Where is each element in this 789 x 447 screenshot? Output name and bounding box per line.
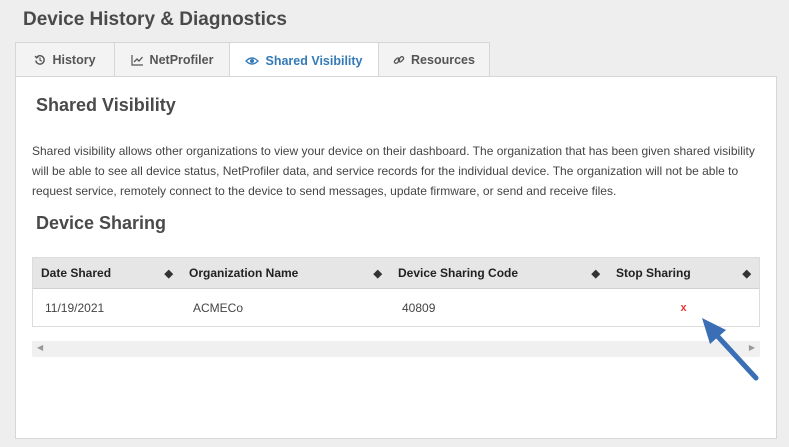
sort-icon: ◆ bbox=[591, 267, 600, 280]
history-icon bbox=[34, 54, 46, 66]
tab-shared-visibility-label: Shared Visibility bbox=[265, 53, 363, 68]
column-header-organization-name[interactable]: Organization Name ◆ bbox=[181, 258, 390, 288]
tab-resources[interactable]: Resources bbox=[378, 42, 490, 76]
shared-visibility-heading: Shared Visibility bbox=[36, 95, 176, 115]
column-header-device-sharing-code[interactable]: Device Sharing Code ◆ bbox=[390, 258, 608, 288]
tab-bar: History NetProfiler Shared Visibility Re… bbox=[15, 42, 490, 78]
tab-history-label: History bbox=[52, 52, 96, 67]
pointer-arrow-annotation bbox=[702, 318, 759, 381]
table-header: Date Shared ◆ Organization Name ◆ Device… bbox=[33, 258, 759, 289]
tab-netprofiler-label: NetProfiler bbox=[149, 52, 214, 67]
device-sharing-table: Date Shared ◆ Organization Name ◆ Device… bbox=[32, 257, 760, 327]
sort-icon: ◆ bbox=[373, 267, 382, 280]
tab-shared-visibility[interactable]: Shared Visibility bbox=[229, 42, 379, 78]
sort-icon: ◆ bbox=[742, 267, 751, 280]
table-body: 11/19/2021 ACMECo 40809 x bbox=[33, 289, 759, 326]
shared-visibility-panel: Shared Visibility Shared visibility allo… bbox=[15, 76, 777, 439]
tab-netprofiler[interactable]: NetProfiler bbox=[114, 42, 230, 76]
tab-resources-label: Resources bbox=[411, 52, 475, 67]
cell-date-shared: 11/19/2021 bbox=[45, 300, 105, 315]
cell-organization-name: ACMECo bbox=[193, 300, 244, 315]
scroll-left-arrow-icon[interactable]: ◀ bbox=[37, 343, 43, 352]
column-header-stop-sharing[interactable]: Stop Sharing ◆ bbox=[608, 258, 759, 288]
sort-icon: ◆ bbox=[164, 267, 173, 280]
horizontal-scrollbar[interactable]: ◀ ▶ bbox=[32, 341, 760, 357]
tab-history[interactable]: History bbox=[15, 42, 115, 76]
shared-visibility-description: Shared visibility allows other organizat… bbox=[32, 144, 755, 198]
link-icon bbox=[393, 54, 405, 66]
cell-device-sharing-code: 40809 bbox=[402, 300, 436, 315]
table-row: 11/19/2021 ACMECo 40809 x bbox=[33, 289, 759, 326]
eye-icon bbox=[245, 55, 260, 67]
page-title: Device History & Diagnostics bbox=[23, 9, 287, 30]
device-sharing-heading: Device Sharing bbox=[36, 213, 167, 233]
column-header-date-shared[interactable]: Date Shared ◆ bbox=[33, 258, 181, 288]
line-chart-icon bbox=[130, 54, 144, 66]
